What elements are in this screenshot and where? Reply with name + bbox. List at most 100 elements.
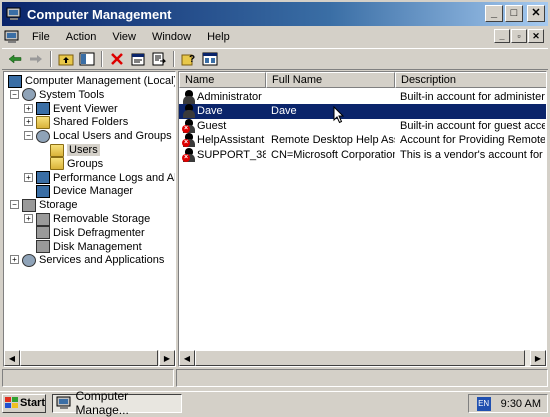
taskbar-computer-management[interactable]: Computer Manage... [52, 389, 182, 417]
scroll-left-arrow-icon[interactable]: ◀ [4, 350, 20, 366]
scroll-left-arrow-icon[interactable]: ◀ [179, 350, 195, 366]
tree-node-label: System Tools [39, 88, 105, 101]
close-button[interactable]: ✕ [527, 5, 545, 22]
tree-node-performance-logs-and-alerts[interactable]: + Performance Logs and Alerts [24, 171, 175, 185]
menu-file[interactable]: File [24, 31, 58, 43]
table-row[interactable]: ×Guest Built-in account for guest access … [179, 118, 546, 133]
forward-arrow-icon[interactable] [27, 51, 45, 67]
tree-node-label: Removable Storage [53, 213, 151, 225]
scroll-thumb[interactable] [195, 350, 525, 366]
expand-icon[interactable]: + [24, 103, 33, 113]
clock: 9:30 AM [500, 397, 541, 410]
title-bar[interactable]: Computer Management _ □ ✕ [2, 2, 548, 26]
tree-node-computer-management-local-[interactable]: Computer Management (Local) [8, 74, 175, 88]
table-row[interactable]: ×HelpAssistant Remote Desktop Help Assi..… [179, 133, 546, 148]
column-header-description[interactable]: Description [395, 72, 546, 88]
back-arrow-icon[interactable] [6, 51, 24, 67]
tree-node-removable-storage[interactable]: + Removable Storage [24, 212, 151, 226]
column-header-name[interactable]: Name [179, 72, 266, 88]
list-header: Name Full Name Description [179, 72, 546, 88]
menu-help[interactable]: Help [199, 31, 238, 43]
cell-name: Guest [197, 119, 227, 132]
scroll-right-arrow-icon[interactable]: ▶ [530, 350, 546, 366]
status-panel-left [2, 369, 174, 387]
disk-icon [36, 226, 50, 240]
cell-name: Dave [197, 105, 223, 117]
start-button[interactable]: Start [2, 393, 46, 413]
tree-node-label: Groups [67, 157, 104, 170]
disabled-user-icon: × [182, 133, 196, 147]
mdi-restore-button[interactable]: ▫ [511, 29, 527, 43]
windows-flag-icon [5, 397, 18, 409]
tree-node-label: Disk Management [53, 240, 142, 253]
user-icon [182, 104, 196, 118]
cell-description: Account for Providing Remote Assis [400, 134, 545, 146]
mdi-minimize-button[interactable]: _ [494, 29, 510, 43]
column-header-full-name[interactable]: Full Name [266, 72, 395, 88]
tree-node-local-users-and-groups[interactable]: − Local Users and Groups [24, 129, 172, 143]
status-panel-right [176, 369, 548, 387]
tree-node-disk-management[interactable]: Disk Management [36, 240, 142, 254]
expand-icon[interactable]: + [24, 172, 33, 182]
list-horizontal-scrollbar[interactable]: ◀ ▶ [179, 350, 546, 366]
menu-window[interactable]: Window [144, 31, 199, 43]
tree-node-event-viewer[interactable]: + Event Viewer [24, 102, 118, 116]
tree-node-label: Disk Defragmenter [53, 226, 145, 239]
computer-icon [36, 184, 50, 198]
menu-action[interactable]: Action [58, 31, 105, 43]
expand-icon[interactable]: + [10, 255, 19, 265]
up-folder-icon[interactable] [57, 51, 75, 67]
table-row[interactable]: Dave Dave [179, 103, 546, 119]
tree-node-shared-folders[interactable]: + Shared Folders [24, 115, 129, 129]
disabled-user-icon: × [182, 118, 196, 133]
properties-icon[interactable] [129, 51, 147, 67]
tree-node-device-manager[interactable]: Device Manager [36, 184, 133, 198]
tree-pane[interactable]: Computer Management (Local) − System Tools… [3, 71, 176, 367]
language-indicator[interactable]: EN [476, 396, 491, 411]
menu-bar: File Action View Window Help _ ▫ ✕ [2, 27, 548, 47]
tree-node-services-and-applications[interactable]: + Services and Applications [10, 253, 164, 267]
computer-icon [36, 171, 50, 185]
task-label: Computer Manage... [75, 389, 129, 417]
console-menu-icon[interactable] [4, 30, 20, 44]
cell-name: Administrator [197, 90, 262, 103]
mouse-cursor-icon [333, 106, 345, 124]
tree-node-label: Event Viewer [53, 102, 118, 115]
expand-icon[interactable]: + [24, 214, 33, 223]
table-row[interactable]: Administrator Built-in account for admini… [179, 89, 546, 104]
cell-full-name: CN=Microsoft Corporation... [271, 148, 395, 161]
computer-management-icon [56, 396, 71, 409]
tools-icon [36, 129, 50, 143]
tools-icon [22, 253, 36, 267]
scroll-thumb[interactable] [20, 350, 158, 366]
collapse-icon[interactable]: − [10, 200, 19, 210]
table-row[interactable]: ×SUPPORT_38... CN=Microsoft Corporation..… [179, 147, 546, 162]
tree-node-label: Shared Folders [53, 116, 129, 129]
cell-name: SUPPORT_38... [197, 148, 266, 161]
console-icon[interactable] [201, 51, 219, 67]
disk-icon [36, 212, 50, 226]
tree-node-system-tools[interactable]: − System Tools [10, 88, 105, 102]
help-icon[interactable]: ? [180, 51, 198, 67]
tree-node-users[interactable]: Users [50, 143, 100, 157]
collapse-icon[interactable]: − [10, 89, 19, 99]
tree-node-groups[interactable]: Groups [50, 157, 103, 171]
details-pane[interactable]: Name Full Name Description Administrator… [178, 71, 547, 367]
toolbar-separator [173, 51, 175, 67]
scroll-right-arrow-icon[interactable]: ▶ [159, 350, 175, 366]
menu-view[interactable]: View [104, 31, 144, 43]
export-icon[interactable] [150, 51, 168, 67]
expand-icon[interactable]: + [24, 117, 33, 127]
tree-node-storage[interactable]: − Storage [10, 198, 78, 212]
minimize-button[interactable]: _ [485, 5, 503, 22]
delete-icon[interactable] [108, 51, 126, 67]
user-icon [182, 89, 196, 104]
collapse-icon[interactable]: − [24, 131, 33, 141]
show-hide-tree-icon[interactable] [78, 51, 96, 67]
tree-horizontal-scrollbar[interactable]: ◀ ▶ [4, 350, 175, 366]
computer-icon [8, 74, 22, 88]
maximize-button[interactable]: □ [505, 5, 523, 22]
mdi-close-button[interactable]: ✕ [528, 29, 544, 43]
tree-node-disk-defragmenter[interactable]: Disk Defragmenter [36, 226, 145, 240]
tree-node-label: Storage [39, 199, 78, 212]
